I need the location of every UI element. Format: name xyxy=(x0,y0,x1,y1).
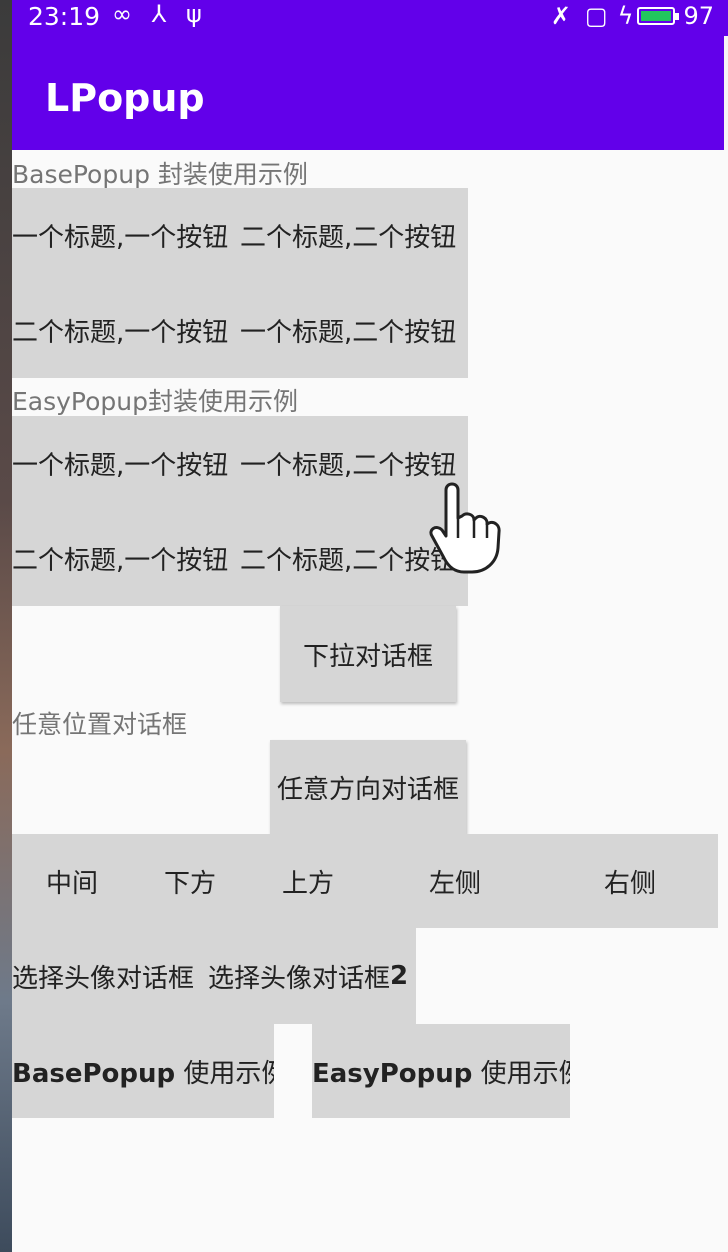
status-notification-icons: ∞ ⅄ ψ xyxy=(112,0,214,28)
dropdown-dialog-button[interactable]: 下拉对话框 xyxy=(280,606,456,702)
status-right-icons: ✗ ▢ ϟ 97 xyxy=(551,2,714,30)
status-time: 23:19 xyxy=(28,2,101,31)
battery-level: 97 xyxy=(683,2,714,30)
loop-icon: ∞ xyxy=(112,0,132,28)
easy-popup-example-button[interactable]: EasyPopup 使用示例 xyxy=(312,1024,570,1118)
usb-icon: ⅄ xyxy=(151,0,167,28)
battery-icon xyxy=(637,7,680,25)
base-one-title-two-buttons[interactable]: 一个标题,二个按钮 xyxy=(240,283,468,378)
direction-left-button[interactable]: 左侧 xyxy=(368,834,542,928)
touch-pointer-icon xyxy=(429,482,501,574)
charging-icon: ϟ xyxy=(617,2,634,30)
screen-rotation-icon: ▢ xyxy=(584,2,608,30)
any-position-label: 任意位置对话框 xyxy=(12,710,188,739)
direction-right-button[interactable]: 右侧 xyxy=(542,834,718,928)
easy-popup-section-label: EasyPopup封装使用示例 xyxy=(12,387,298,416)
base-popup-example-label: BasePopup 使用示例 xyxy=(12,1058,274,1089)
base-two-titles-two-buttons[interactable]: 二个标题,二个按钮 xyxy=(240,188,468,283)
direction-above-button[interactable]: 上方 xyxy=(248,834,368,928)
app-bar: LPopup xyxy=(12,36,724,150)
battery-fill xyxy=(641,11,672,21)
app-title: LPopup xyxy=(45,76,205,120)
easy-one-title-one-button[interactable]: 一个标题,一个按钮 xyxy=(12,416,240,511)
avatar-dialog-button[interactable]: 选择头像对话框 xyxy=(12,928,208,1024)
direction-below-button[interactable]: 下方 xyxy=(132,834,248,928)
direction-center-button[interactable]: 中间 xyxy=(12,834,132,928)
mute-icon: ✗ xyxy=(550,2,571,30)
base-one-title-one-button[interactable]: 一个标题,一个按钮 xyxy=(12,188,240,283)
any-direction-dialog-button[interactable]: 任意方向对话框 xyxy=(270,740,466,834)
status-bar: 23:19 ∞ ⅄ ψ ✗ ▢ ϟ 97 xyxy=(12,0,728,36)
base-popup-section-label: BasePopup 封装使用示例 xyxy=(12,160,308,189)
base-popup-example-button[interactable]: BasePopup 使用示例 xyxy=(12,1024,274,1118)
avatar-dialog-2-button[interactable]: 选择头像对话框 2 xyxy=(208,928,416,1024)
easy-popup-example-label: EasyPopup 使用示例 xyxy=(312,1058,570,1089)
usb-trident-icon: ψ xyxy=(185,0,202,28)
device-background xyxy=(0,0,12,1252)
base-two-titles-one-button[interactable]: 二个标题,一个按钮 xyxy=(12,283,240,378)
main-content: BasePopup 封装使用示例 一个标题,一个按钮 二个标题,二个按钮 二个标… xyxy=(12,150,728,1252)
easy-two-titles-one-button[interactable]: 二个标题,一个按钮 xyxy=(12,511,240,606)
